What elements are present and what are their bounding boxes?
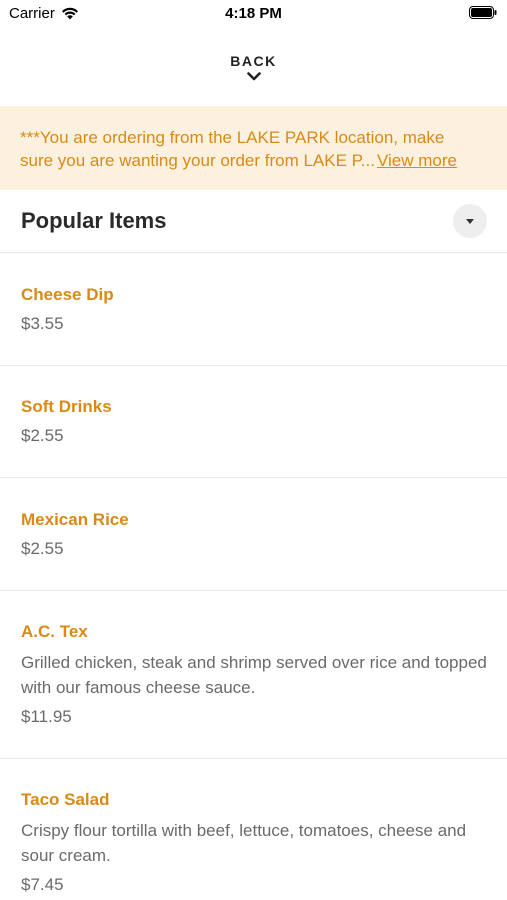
chevron-down-icon: [246, 72, 261, 81]
item-price: $11.95: [21, 707, 72, 726]
notice-text-line2-text: sure you are wanting your order from LAK…: [20, 151, 375, 170]
menu-item[interactable]: Mexican Rice $2.55: [0, 478, 507, 591]
notice-text-line1: ***You are ordering from the LAKE PARK l…: [20, 128, 445, 147]
item-description: Crispy flour tortilla with beef, lettuce…: [21, 821, 467, 865]
back-label: BACK: [230, 53, 277, 69]
view-more-link[interactable]: View more: [377, 151, 457, 170]
item-price: $2.55: [21, 539, 64, 558]
caret-down-icon: [466, 218, 474, 224]
item-name: Cheese Dip: [21, 285, 114, 304]
item-name: Taco Salad: [21, 790, 110, 809]
section-title: Popular Items: [21, 208, 167, 233]
item-name: A.C. Tex: [21, 622, 88, 641]
item-price: $3.55: [21, 314, 64, 333]
item-price: $7.45: [21, 875, 64, 894]
item-name: Mexican Rice: [21, 510, 129, 529]
location-notice-banner: ***You are ordering from the LAKE PARK l…: [0, 106, 507, 190]
popular-items-header: Popular Items: [0, 190, 507, 253]
collapse-section-button[interactable]: [453, 204, 487, 238]
clock: 4:18 PM: [225, 5, 282, 22]
status-bar: Carrier 4:18 PM: [0, 0, 507, 28]
menu-item[interactable]: Cheese Dip $3.55: [0, 253, 507, 366]
menu-item[interactable]: Taco Salad Crispy flour tortilla with be…: [0, 759, 507, 900]
notice-text-line2: sure you are wanting your order from LAK…: [20, 149, 487, 172]
battery-icon: [469, 6, 497, 23]
item-description: Grilled chicken, steak and shrimp served…: [21, 653, 487, 697]
item-name: Soft Drinks: [21, 397, 112, 416]
menu-item[interactable]: A.C. Tex Grilled chicken, steak and shri…: [0, 591, 507, 759]
back-button[interactable]: BACK: [0, 28, 507, 106]
menu-item[interactable]: Soft Drinks $2.55: [0, 366, 507, 478]
item-price: $2.55: [21, 426, 64, 445]
